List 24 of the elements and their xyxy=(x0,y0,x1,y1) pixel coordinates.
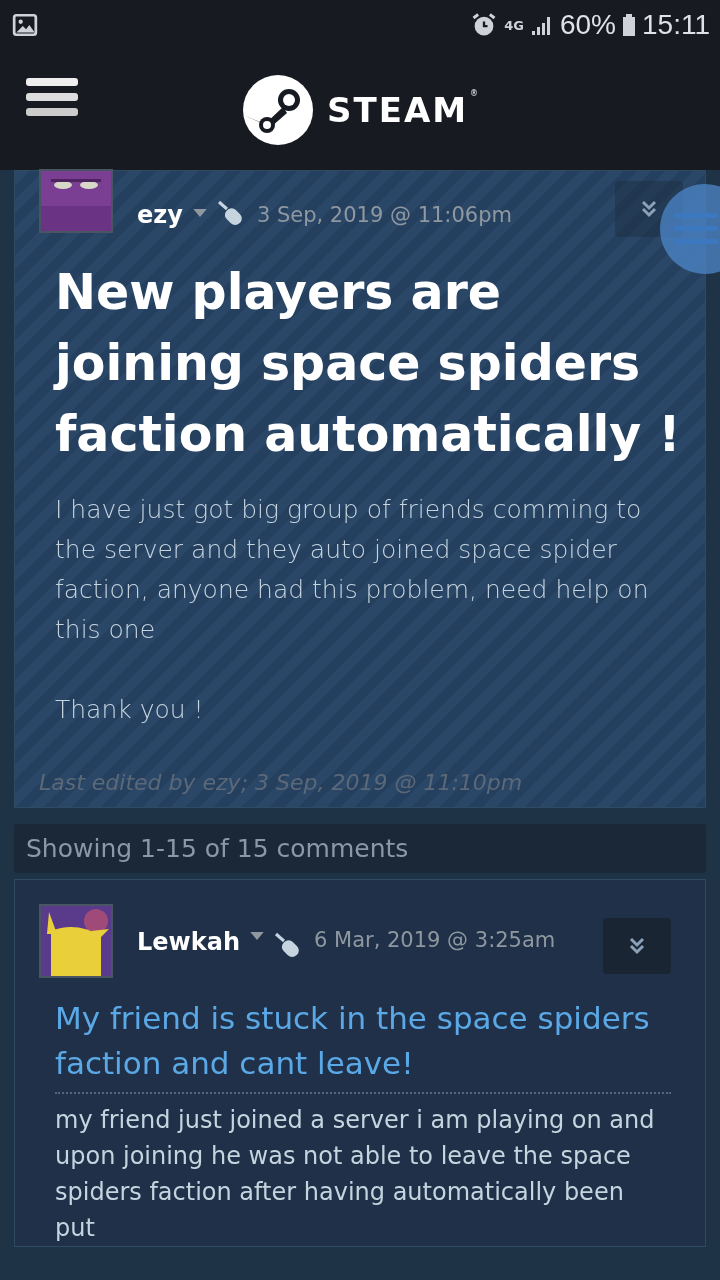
steam-logo-icon xyxy=(243,75,313,145)
double-chevron-icon xyxy=(639,199,659,219)
registered-mark: ® xyxy=(470,89,479,98)
battery-percent: 60% xyxy=(559,9,616,41)
caret-icon[interactable] xyxy=(192,208,207,218)
post-date: 3 Sep, 2019 @ 11:06pm xyxy=(256,203,512,227)
author-name[interactable]: Lewkah xyxy=(137,928,240,956)
menu-icon[interactable] xyxy=(26,76,78,118)
network-label: 4G xyxy=(504,17,524,33)
steam-logo-text: STEAM xyxy=(327,90,469,130)
comment-text: my friend just joined a server i am playing on and upon joining he was not able to leave the space spiders faction after having automatically been put xyxy=(55,1105,656,1244)
caret-icon[interactable] xyxy=(250,932,264,941)
comment-title-link[interactable]: My friend is stuck in the space spiders faction and cant leave! xyxy=(55,996,671,1094)
comment-date: 6 Mar, 2019 @ 3:25am xyxy=(314,928,556,952)
post-paragraph: I have just got big group of friends comming to the server and they auto joined space spider faction, anyone had this problem, need help on this one xyxy=(55,494,650,646)
battery-icon xyxy=(622,12,636,38)
comments-count: Showing 1-15 of 15 comments xyxy=(14,824,706,873)
double-chevron-icon xyxy=(627,936,647,956)
topic-title: New players are joining space spiders faction automatically ! xyxy=(55,263,681,465)
expand-button[interactable] xyxy=(603,918,671,974)
clock: 15:11 xyxy=(642,9,710,41)
gallery-icon xyxy=(12,12,38,38)
post-paragraph: Thank you ! xyxy=(55,694,205,726)
author-name[interactable]: ezy xyxy=(137,201,183,229)
